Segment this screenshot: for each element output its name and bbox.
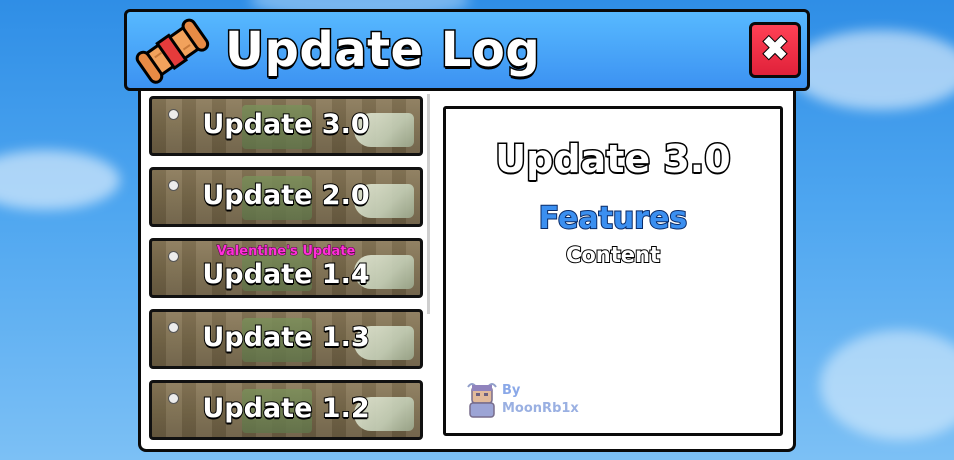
background-cloud: [820, 330, 954, 440]
update-button-label: Update 1.4: [201, 258, 370, 291]
update-button-label: Update 3.0: [201, 108, 370, 141]
credit-by-label: By: [502, 383, 521, 398]
update-button-2-0[interactable]: Update 2.0: [149, 167, 423, 227]
update-button-1-2[interactable]: Update 1.2: [149, 380, 423, 440]
detail-content: Content: [565, 242, 661, 268]
scroll-icon: [135, 18, 210, 84]
detail-title: Update 3.0: [494, 136, 732, 183]
creator-credit: By MoonRb1x: [462, 377, 592, 423]
update-button-1-4[interactable]: Valentine's Update Update 1.4: [149, 238, 423, 298]
update-button-label: Update 1.3: [201, 321, 370, 354]
valentines-update-tag: Valentine's Update: [216, 244, 356, 260]
credit-name: MoonRb1x: [502, 401, 579, 416]
update-button-1-3[interactable]: Update 1.3: [149, 309, 423, 369]
background-cloud: [0, 150, 120, 210]
close-button[interactable]: ✖: [749, 22, 801, 78]
update-log-panel: Update 3.0 Update 2.0 Valentine's Update…: [138, 88, 796, 452]
close-icon: ✖: [760, 29, 790, 69]
update-detail-box: Update 3.0 Features Content By MoonRb1x: [443, 106, 783, 436]
avatar-icon: [467, 383, 497, 418]
update-list[interactable]: Update 3.0 Update 2.0 Valentine's Update…: [149, 96, 427, 444]
update-button-label: Update 2.0: [201, 179, 370, 212]
background-cloud: [790, 30, 954, 110]
update-button-3-0[interactable]: Update 3.0: [149, 96, 423, 156]
features-heading: Features: [538, 200, 689, 237]
update-button-label: Update 1.2: [201, 392, 370, 425]
list-scrollbar[interactable]: [427, 94, 430, 314]
update-log-header: Update Log ✖: [124, 9, 810, 91]
window-title: Update Log: [223, 21, 541, 80]
